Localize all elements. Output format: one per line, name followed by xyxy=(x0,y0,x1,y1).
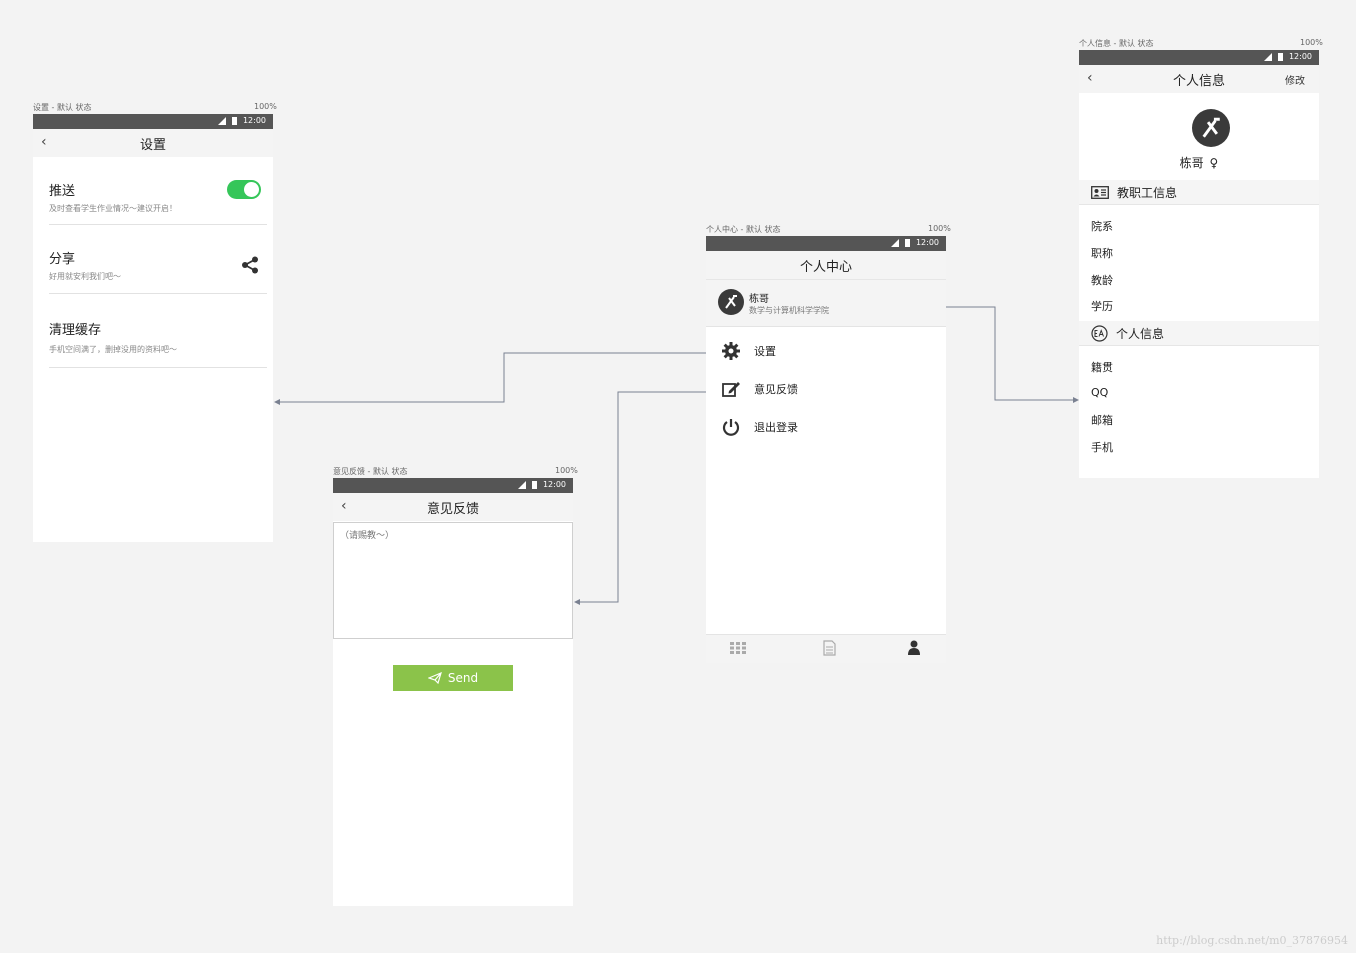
section-title: 个人信息 xyxy=(1116,326,1165,341)
paper-plane-icon xyxy=(427,672,442,684)
status-bar: 12:00 xyxy=(1079,50,1319,65)
zoom-label: 100% xyxy=(928,224,951,233)
id-card-icon xyxy=(1091,185,1109,199)
personal-center-screen: 12:00 个人中心 栋哥 数学与计算机科学学院 设置 意见反馈 退出登录 xyxy=(706,236,946,663)
setting-title: 清理缓存 xyxy=(49,323,102,338)
section-title: 教职工信息 xyxy=(1117,185,1178,200)
signal-icon xyxy=(517,480,526,489)
battery-icon xyxy=(1277,52,1283,61)
document-icon[interactable] xyxy=(823,640,836,656)
power-icon xyxy=(720,416,742,438)
screen-caption: 个人信息 - 默认 状态 xyxy=(1079,39,1154,48)
profile-name-row: 栋哥 ♀ xyxy=(1079,154,1319,171)
setting-item-clear-cache[interactable]: 清理缓存 手机空间满了，删掉没用的资料吧～ xyxy=(49,319,267,368)
status-time: 12:00 xyxy=(542,480,566,489)
battery-icon xyxy=(904,238,910,247)
zoom-label: 100% xyxy=(1300,38,1323,47)
settings-screen: 12:00 ‹ 设置 推送 及时查看学生作业情况～建议开启！ 分享 好用就安利我… xyxy=(33,114,273,542)
setting-subtitle: 手机空间满了，删掉没用的资料吧～ xyxy=(49,345,177,354)
info-row-teaching-years[interactable]: 教龄 xyxy=(1091,272,1113,288)
menu-label: 意见反馈 xyxy=(754,383,798,396)
title-bar: ‹ 意见反馈 xyxy=(333,493,573,521)
setting-item-share[interactable]: 分享 好用就安利我们吧～ xyxy=(49,248,267,294)
gear-icon xyxy=(720,340,742,362)
arrow-head-settings xyxy=(274,399,280,405)
share-icon[interactable] xyxy=(241,256,259,274)
status-bar: 12:00 xyxy=(33,114,273,129)
status-time: 12:00 xyxy=(915,238,939,247)
profile-screen: 12:00 ‹ 个人信息 修改 栋哥 ♀ 教职工信息 院系 职称 教龄 学历 个… xyxy=(1079,50,1319,478)
toggle-knob xyxy=(244,182,259,197)
status-bar: 12:00 xyxy=(333,478,573,493)
info-row-department[interactable]: 院系 xyxy=(1091,218,1113,234)
signal-icon xyxy=(217,116,226,125)
section-staff-info: 教职工信息 xyxy=(1079,180,1319,205)
screen-caption: 个人中心 - 默认 状态 xyxy=(706,225,781,234)
avatar xyxy=(1192,109,1230,147)
signal-icon xyxy=(1263,52,1272,61)
avatar xyxy=(718,289,744,315)
personal-info-icon xyxy=(1091,324,1108,342)
tab-bar xyxy=(706,634,946,663)
watermark: http://blog.csdn.net/m0_37876954 xyxy=(1156,934,1348,947)
page-title: 意见反馈 xyxy=(426,501,479,517)
setting-subtitle: 好用就安利我们吧～ xyxy=(49,272,121,281)
status-time: 12:00 xyxy=(1288,52,1312,61)
setting-title: 分享 xyxy=(49,252,76,267)
connector-to-feedback xyxy=(578,391,720,603)
info-row-hometown[interactable]: 籍贯 xyxy=(1091,359,1113,375)
arrow-head-feedback xyxy=(574,599,580,605)
status-bar: 12:00 xyxy=(706,236,946,251)
page-title: 个人中心 xyxy=(799,259,852,275)
feedback-textarea[interactable]: （请赐教～） xyxy=(333,522,573,639)
setting-subtitle: 及时查看学生作业情况～建议开启！ xyxy=(49,204,177,213)
back-button[interactable]: ‹ xyxy=(41,134,47,150)
send-button[interactable]: Send xyxy=(393,665,513,691)
zoom-label: 100% xyxy=(254,102,277,111)
menu-label: 设置 xyxy=(754,345,776,358)
edit-button[interactable]: 修改 xyxy=(1285,72,1305,87)
battery-icon xyxy=(231,116,237,125)
setting-item-push[interactable]: 推送 及时查看学生作业情况～建议开启！ xyxy=(49,180,267,225)
signal-icon xyxy=(890,238,899,247)
gender-icon: ♀ xyxy=(1209,156,1219,170)
info-row-email[interactable]: 邮箱 xyxy=(1091,412,1113,428)
title-bar: 个人中心 xyxy=(706,251,946,280)
page-title: 设置 xyxy=(139,137,166,153)
status-time: 12:00 xyxy=(242,116,266,125)
info-row-education[interactable]: 学历 xyxy=(1091,298,1113,314)
send-label: Send xyxy=(447,671,479,685)
textarea-placeholder: （请赐教～） xyxy=(340,531,395,541)
screen-caption: 设置 - 默认 状态 xyxy=(33,103,92,112)
section-personal-info: 个人信息 xyxy=(1079,321,1319,346)
user-name: 栋哥 xyxy=(749,294,769,305)
info-row-qq[interactable]: QQ xyxy=(1091,386,1108,399)
user-card[interactable]: 栋哥 数学与计算机科学学院 xyxy=(706,280,946,327)
title-bar: ‹ 设置 xyxy=(33,129,273,157)
user-dept: 数学与计算机科学学院 xyxy=(749,306,829,315)
menu-label: 退出登录 xyxy=(754,421,798,434)
grid-icon[interactable] xyxy=(730,642,746,654)
menu-item-feedback[interactable]: 意见反馈 xyxy=(720,378,798,400)
menu-item-logout[interactable]: 退出登录 xyxy=(720,416,798,438)
info-row-phone[interactable]: 手机 xyxy=(1091,439,1113,455)
connector-to-settings xyxy=(278,352,720,403)
back-button[interactable]: ‹ xyxy=(1087,70,1093,86)
edit-icon xyxy=(720,378,742,400)
user-icon[interactable] xyxy=(908,640,920,655)
zoom-label: 100% xyxy=(555,466,578,475)
battery-icon xyxy=(531,480,537,489)
menu-item-settings[interactable]: 设置 xyxy=(720,340,776,362)
info-row-title[interactable]: 职称 xyxy=(1091,245,1113,261)
back-button[interactable]: ‹ xyxy=(341,498,347,514)
screen-caption: 意见反馈 - 默认 状态 xyxy=(333,467,408,476)
title-bar: ‹ 个人信息 修改 xyxy=(1079,65,1319,93)
profile-name: 栋哥 xyxy=(1179,156,1204,170)
page-title: 个人信息 xyxy=(1172,73,1225,89)
push-toggle[interactable] xyxy=(227,180,261,199)
feedback-screen: 12:00 ‹ 意见反馈 （请赐教～） Send xyxy=(333,478,573,906)
